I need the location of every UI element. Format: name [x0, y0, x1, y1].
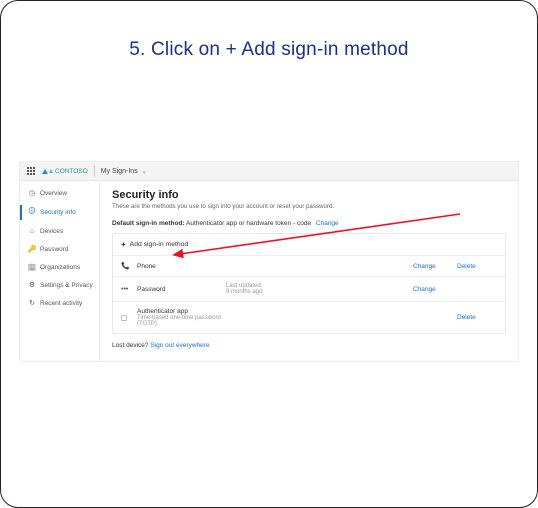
step-instruction: 5. Click on + Add sign-in method	[1, 39, 537, 61]
change-link[interactable]: Change	[413, 263, 453, 270]
brand-text: CONTOSO	[55, 168, 88, 175]
sidebar-item-label: Security info	[40, 209, 76, 216]
method-row-phone: 📞 Phone Change Delete	[113, 256, 505, 277]
sidebar-item-password[interactable]: 🔑 Password	[20, 243, 99, 255]
sidebar-item-settings[interactable]: ⚙ Settings & Privacy	[20, 279, 99, 291]
sidebar-item-label: Organizations	[40, 264, 80, 271]
brand-triangles-icon	[42, 169, 53, 174]
overview-icon: ◷	[28, 189, 36, 197]
signout-everywhere-link[interactable]: Sign out everywhere	[150, 342, 209, 349]
change-link[interactable]: Change	[413, 286, 453, 293]
topbar: CONTOSO My Sign-Ins ⌄	[20, 162, 518, 181]
plus-icon: +	[121, 240, 126, 249]
method-name: Password	[137, 286, 222, 293]
phone-icon: 📞	[121, 262, 133, 270]
waffle-icon[interactable]	[26, 166, 36, 176]
method-name: Authenticator app Time-based one-time pa…	[137, 308, 222, 327]
change-default-link[interactable]: Change	[316, 220, 339, 227]
page-heading: Security info	[112, 189, 506, 201]
default-method-value: Authenticator app or hardware token - co…	[186, 220, 311, 227]
add-signin-method-button[interactable]: + Add sign-in method	[113, 234, 505, 256]
default-method-line: Default sign-in method: Authenticator ap…	[112, 220, 506, 227]
sidebar-item-label: Password	[40, 246, 69, 253]
sidebar-item-label: Settings & Privacy	[40, 282, 93, 289]
sidebar-item-activity[interactable]: ↻ Recent activity	[20, 297, 99, 309]
method-name: Phone	[137, 263, 222, 270]
sidebar-item-label: Overview	[40, 190, 67, 197]
method-meta: Last updated: 9 months ago	[226, 283, 409, 295]
chevron-down-icon: ⌄	[142, 169, 147, 175]
brand-logo: CONTOSO	[42, 168, 88, 175]
sidebar-item-label: Recent activity	[40, 300, 82, 307]
password-dots-icon: •••	[121, 286, 133, 293]
sidebar-item-security[interactable]: 🛈 Security info	[20, 205, 99, 220]
password-icon: 🔑	[28, 245, 36, 253]
device-icon: ▢	[121, 314, 133, 322]
topbar-divider	[94, 165, 95, 177]
page-subheading: These are the methods you use to sign in…	[112, 203, 506, 210]
lost-device-label: Lost device?	[112, 342, 149, 349]
main-content: Security info These are the methods you …	[100, 181, 518, 361]
sidebar: ◷ Overview 🛈 Security info ⌂ Devices 🔑 P…	[20, 181, 100, 361]
organizations-icon: 🏢	[28, 263, 36, 271]
delete-link[interactable]: Delete	[457, 314, 497, 321]
sidebar-item-devices[interactable]: ⌂ Devices	[20, 226, 99, 237]
app-window: CONTOSO My Sign-Ins ⌄ ◷ Overview 🛈 Secur…	[19, 161, 519, 362]
sidebar-item-overview[interactable]: ◷ Overview	[20, 187, 99, 199]
delete-link[interactable]: Delete	[457, 263, 497, 270]
activity-icon: ↻	[28, 299, 36, 307]
sidebar-item-label: Devices	[40, 228, 63, 235]
methods-panel: + Add sign-in method 📞 Phone Change Dele…	[112, 233, 506, 334]
devices-icon: ⌂	[28, 228, 36, 235]
add-method-label: Add sign-in method	[130, 241, 189, 248]
page-title[interactable]: My Sign-Ins ⌄	[101, 168, 147, 175]
sidebar-item-organizations[interactable]: 🏢 Organizations	[20, 261, 99, 273]
default-method-label: Default sign-in method:	[112, 220, 185, 227]
lost-device-line: Lost device? Sign out everywhere	[112, 342, 506, 349]
method-row-authenticator: ▢ Authenticator app Time-based one-time …	[113, 302, 505, 333]
method-row-password: ••• Password Last updated: 9 months ago …	[113, 277, 505, 302]
settings-icon: ⚙	[28, 281, 36, 289]
page-title-text: My Sign-Ins	[101, 168, 138, 175]
security-icon: 🛈	[28, 207, 36, 218]
